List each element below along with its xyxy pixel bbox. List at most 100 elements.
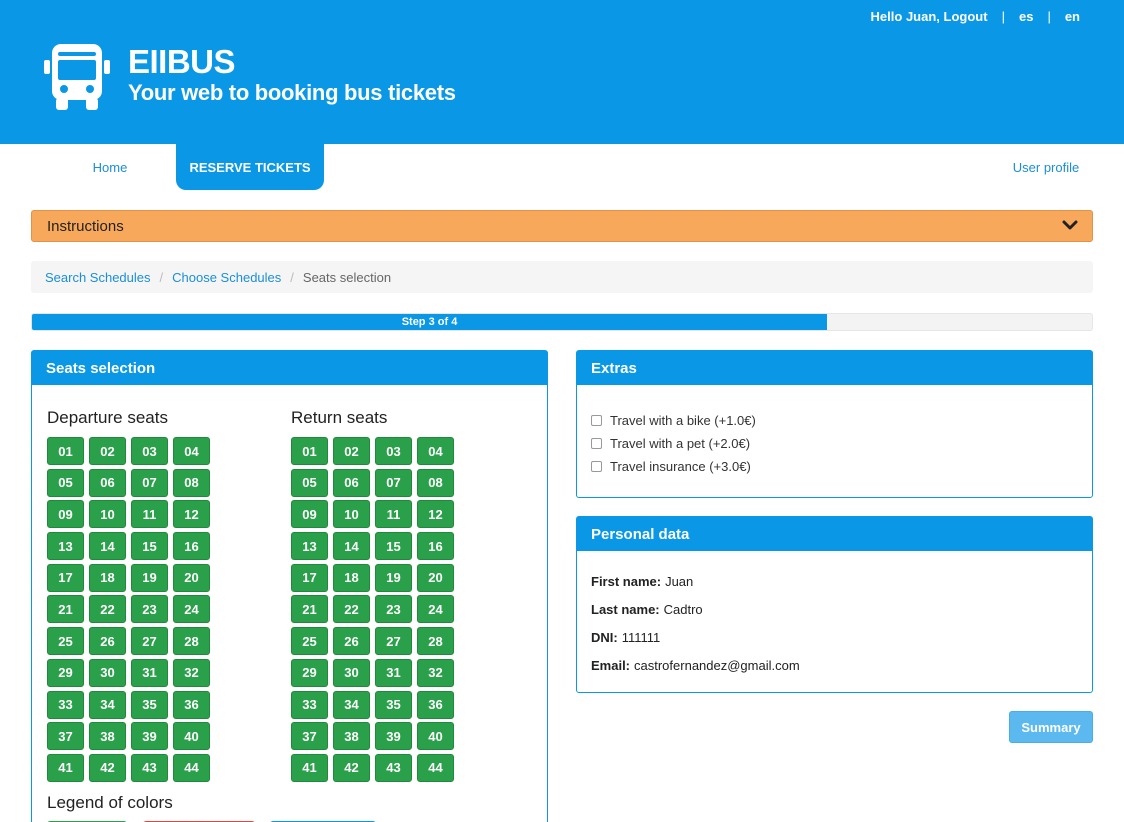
instructions-toggle[interactable]: Instructions xyxy=(31,210,1093,242)
departure-seat-27[interactable]: 27 xyxy=(131,627,168,656)
departure-seat-28[interactable]: 28 xyxy=(173,627,210,656)
extra-bike[interactable]: Travel with a bike (+1.0€) xyxy=(591,409,756,432)
return-seat-18[interactable]: 18 xyxy=(333,563,370,592)
departure-seat-44[interactable]: 44 xyxy=(173,753,210,782)
return-seat-43[interactable]: 43 xyxy=(375,753,412,782)
checkbox-icon[interactable] xyxy=(591,415,602,426)
departure-seat-38[interactable]: 38 xyxy=(89,722,126,751)
breadcrumb-choose-schedules[interactable]: Choose Schedules xyxy=(172,270,281,285)
return-seat-13[interactable]: 13 xyxy=(291,532,328,561)
departure-seat-12[interactable]: 12 xyxy=(173,500,210,529)
departure-seat-42[interactable]: 42 xyxy=(89,753,126,782)
logout-link[interactable]: Logout xyxy=(944,9,988,24)
return-seat-44[interactable]: 44 xyxy=(417,753,454,782)
return-seat-27[interactable]: 27 xyxy=(375,627,412,656)
return-seat-42[interactable]: 42 xyxy=(333,753,370,782)
departure-seat-01[interactable]: 01 xyxy=(47,437,84,465)
return-seat-28[interactable]: 28 xyxy=(417,627,454,656)
breadcrumb-search-schedules[interactable]: Search Schedules xyxy=(45,270,151,285)
departure-seat-07[interactable]: 07 xyxy=(131,468,168,497)
return-seat-31[interactable]: 31 xyxy=(375,658,412,687)
return-seat-19[interactable]: 19 xyxy=(375,563,412,592)
departure-seat-23[interactable]: 23 xyxy=(131,595,168,624)
return-seat-22[interactable]: 22 xyxy=(333,595,370,624)
departure-seat-10[interactable]: 10 xyxy=(89,500,126,529)
departure-seat-06[interactable]: 06 xyxy=(89,468,126,497)
return-seat-07[interactable]: 07 xyxy=(375,468,412,497)
departure-seat-33[interactable]: 33 xyxy=(47,690,84,719)
return-seat-36[interactable]: 36 xyxy=(417,690,454,719)
extra-insurance[interactable]: Travel insurance (+3.0€) xyxy=(591,455,756,478)
departure-seat-35[interactable]: 35 xyxy=(131,690,168,719)
return-seat-40[interactable]: 40 xyxy=(417,722,454,751)
return-seat-03[interactable]: 03 xyxy=(375,437,412,465)
departure-seat-09[interactable]: 09 xyxy=(47,500,84,529)
return-seat-24[interactable]: 24 xyxy=(417,595,454,624)
return-seat-06[interactable]: 06 xyxy=(333,468,370,497)
language-es-link[interactable]: es xyxy=(1019,9,1033,24)
return-seat-29[interactable]: 29 xyxy=(291,658,328,687)
return-seat-08[interactable]: 08 xyxy=(417,468,454,497)
departure-seat-36[interactable]: 36 xyxy=(173,690,210,719)
departure-seat-26[interactable]: 26 xyxy=(89,627,126,656)
return-seat-25[interactable]: 25 xyxy=(291,627,328,656)
return-seat-39[interactable]: 39 xyxy=(375,722,412,751)
return-seat-21[interactable]: 21 xyxy=(291,595,328,624)
departure-seat-05[interactable]: 05 xyxy=(47,468,84,497)
return-seat-11[interactable]: 11 xyxy=(375,500,412,529)
departure-seat-03[interactable]: 03 xyxy=(131,437,168,465)
departure-seat-14[interactable]: 14 xyxy=(89,532,126,561)
departure-seat-13[interactable]: 13 xyxy=(47,532,84,561)
nav-home[interactable]: Home xyxy=(76,144,144,190)
departure-seat-34[interactable]: 34 xyxy=(89,690,126,719)
departure-seat-21[interactable]: 21 xyxy=(47,595,84,624)
return-seat-14[interactable]: 14 xyxy=(333,532,370,561)
return-seat-23[interactable]: 23 xyxy=(375,595,412,624)
departure-seat-29[interactable]: 29 xyxy=(47,658,84,687)
return-seat-20[interactable]: 20 xyxy=(417,563,454,592)
return-seat-05[interactable]: 05 xyxy=(291,468,328,497)
departure-seat-30[interactable]: 30 xyxy=(89,658,126,687)
return-seat-12[interactable]: 12 xyxy=(417,500,454,529)
language-en-link[interactable]: en xyxy=(1065,9,1080,24)
departure-seat-04[interactable]: 04 xyxy=(173,437,210,465)
return-seat-34[interactable]: 34 xyxy=(333,690,370,719)
departure-seat-25[interactable]: 25 xyxy=(47,627,84,656)
return-seat-26[interactable]: 26 xyxy=(333,627,370,656)
departure-seat-19[interactable]: 19 xyxy=(131,563,168,592)
return-seat-35[interactable]: 35 xyxy=(375,690,412,719)
departure-seat-20[interactable]: 20 xyxy=(173,563,210,592)
return-seat-16[interactable]: 16 xyxy=(417,532,454,561)
departure-seat-15[interactable]: 15 xyxy=(131,532,168,561)
departure-seat-18[interactable]: 18 xyxy=(89,563,126,592)
checkbox-icon[interactable] xyxy=(591,461,602,472)
departure-seat-17[interactable]: 17 xyxy=(47,563,84,592)
return-seat-04[interactable]: 04 xyxy=(417,437,454,465)
departure-seat-08[interactable]: 08 xyxy=(173,468,210,497)
departure-seat-11[interactable]: 11 xyxy=(131,500,168,529)
departure-seat-41[interactable]: 41 xyxy=(47,753,84,782)
nav-user-profile[interactable]: User profile xyxy=(996,144,1096,190)
departure-seat-39[interactable]: 39 xyxy=(131,722,168,751)
return-seat-33[interactable]: 33 xyxy=(291,690,328,719)
nav-reserve-tickets[interactable]: RESERVE TICKETS xyxy=(176,144,324,190)
departure-seat-24[interactable]: 24 xyxy=(173,595,210,624)
return-seat-09[interactable]: 09 xyxy=(291,500,328,529)
return-seat-37[interactable]: 37 xyxy=(291,722,328,751)
return-seat-02[interactable]: 02 xyxy=(333,437,370,465)
return-seat-30[interactable]: 30 xyxy=(333,658,370,687)
return-seat-01[interactable]: 01 xyxy=(291,437,328,465)
departure-seat-40[interactable]: 40 xyxy=(173,722,210,751)
return-seat-17[interactable]: 17 xyxy=(291,563,328,592)
departure-seat-43[interactable]: 43 xyxy=(131,753,168,782)
return-seat-41[interactable]: 41 xyxy=(291,753,328,782)
return-seat-32[interactable]: 32 xyxy=(417,658,454,687)
departure-seat-02[interactable]: 02 xyxy=(89,437,126,465)
departure-seat-37[interactable]: 37 xyxy=(47,722,84,751)
departure-seat-16[interactable]: 16 xyxy=(173,532,210,561)
return-seat-15[interactable]: 15 xyxy=(375,532,412,561)
return-seat-10[interactable]: 10 xyxy=(333,500,370,529)
checkbox-icon[interactable] xyxy=(591,438,602,449)
departure-seat-31[interactable]: 31 xyxy=(131,658,168,687)
extra-pet[interactable]: Travel with a pet (+2.0€) xyxy=(591,432,756,455)
